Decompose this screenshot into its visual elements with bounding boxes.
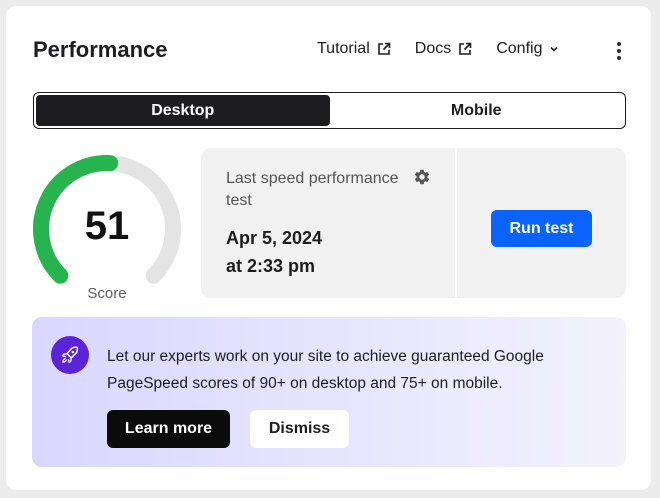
- tab-mobile[interactable]: Mobile: [330, 95, 624, 126]
- speed-test-date: Apr 5, 2024: [226, 228, 323, 248]
- docs-link-label: Docs: [414, 40, 452, 57]
- header-links: Tutorial Docs Config: [317, 40, 559, 58]
- speed-test-panel: Last speed performance test Apr 5, 2024 …: [201, 148, 626, 298]
- speed-test-time: at 2:33 pm: [226, 256, 316, 276]
- more-options-icon[interactable]: [611, 41, 627, 61]
- chevron-down-icon: [550, 46, 559, 52]
- tutorial-link-label: Tutorial: [317, 40, 370, 57]
- docs-link[interactable]: Docs: [415, 40, 472, 58]
- score-label: Score: [87, 285, 127, 302]
- device-toggle: Desktop Mobile: [33, 92, 626, 129]
- speed-test-datetime: Apr 5, 2024 at 2:33 pm: [226, 224, 426, 280]
- promo-text: Let our experts work on your site to ach…: [107, 348, 544, 392]
- config-dropdown-label: Config: [496, 40, 543, 57]
- config-dropdown[interactable]: Config: [496, 40, 559, 58]
- performance-card: Performance Tutorial Docs Config Desktop…: [6, 6, 651, 490]
- external-link-icon: [377, 42, 391, 55]
- rocket-icon: [51, 336, 89, 374]
- external-link-icon: [459, 42, 472, 55]
- learn-more-button[interactable]: Learn more: [107, 410, 230, 448]
- promo-banner: Let our experts work on your site to ach…: [32, 317, 626, 467]
- score-gauge: 51 Score: [32, 154, 182, 304]
- dismiss-button[interactable]: Dismiss: [250, 410, 349, 448]
- page-title: Performance: [33, 37, 168, 62]
- gear-icon[interactable]: [413, 168, 431, 186]
- score-value: 51: [84, 204, 130, 248]
- panel-divider: [455, 148, 457, 298]
- speed-test-label: Last speed performance test: [226, 170, 399, 209]
- run-test-button[interactable]: Run test: [491, 210, 592, 247]
- tutorial-link[interactable]: Tutorial: [317, 40, 391, 58]
- tab-desktop[interactable]: Desktop: [36, 95, 330, 126]
